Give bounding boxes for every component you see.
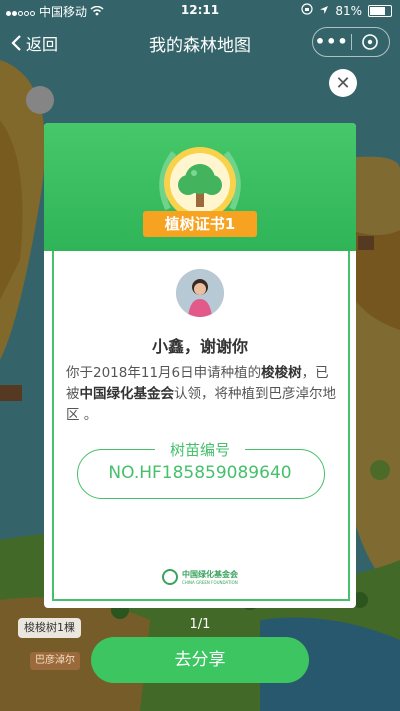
tree-name: 梭梭树	[261, 365, 302, 381]
certificate-title-badge: 植树证书1	[143, 211, 257, 237]
greeting: 小鑫，谢谢你	[151, 337, 248, 356]
close-icon: ✕	[335, 72, 351, 94]
certificate-message: 你于2018年11月6日申请种植的梭梭树，已被中国绿化基金会认领，将种植到巴彦淖…	[66, 363, 338, 426]
battery-percent: 81%	[335, 3, 362, 18]
foundation-logo-name-en: CHINA GREEN FOUNDATION	[182, 580, 238, 585]
foundation-name: 中国绿化基金会	[79, 386, 175, 402]
avatar	[176, 269, 224, 317]
navigation-bar: 返回 我的森林地图 •••	[0, 22, 400, 62]
exit-mini-program-button[interactable]	[352, 33, 390, 51]
message-text: 你于2018年11月6日申请种植的	[66, 365, 262, 381]
place-sign: 巴彦淖尔	[30, 652, 80, 670]
serial-label: 树苗编号	[155, 439, 245, 460]
location-icon	[319, 4, 329, 18]
page-indicator: 1/1	[189, 617, 211, 632]
share-button[interactable]: 去分享	[91, 637, 309, 683]
foundation-emblem-icon	[162, 569, 178, 585]
certificate-card: 植树证书1 小鑫，谢谢你 你于2018年11月6日申请种植的梭梭树，已被中国绿化…	[44, 123, 356, 608]
serial-number: NO.HF185859089640	[108, 463, 292, 483]
foundation-logo: 中国绿化基金会 CHINA GREEN FOUNDATION	[44, 569, 356, 585]
status-bar: 中国移动 12:11 81%	[0, 0, 400, 22]
certificate-header: 植树证书1	[44, 123, 356, 251]
close-certificate-button[interactable]: ✕	[329, 69, 357, 97]
more-button[interactable]: •••	[313, 28, 351, 56]
battery-icon	[368, 4, 392, 17]
orientation-lock-icon	[301, 3, 313, 18]
foundation-logo-name: 中国绿化基金会	[182, 570, 238, 579]
mini-program-capsule: •••	[312, 27, 390, 57]
target-exit-icon	[362, 34, 379, 50]
